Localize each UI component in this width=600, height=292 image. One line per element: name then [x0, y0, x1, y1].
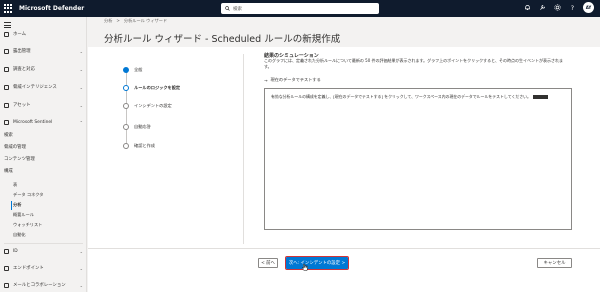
sidebar-subitem-watchlist[interactable]: ウォッチリスト: [13, 222, 42, 228]
sidebar-divider: [4, 243, 83, 244]
app-launcher-icon[interactable]: [4, 3, 14, 14]
sidebar-item-assets[interactable]: アセット ⌄: [0, 99, 87, 111]
step-done-icon: [123, 67, 129, 73]
top-bar: Microsoft Defender 検索 ? AY: [0, 0, 600, 17]
home-icon: [4, 31, 9, 37]
chevron-down-icon: ⌄: [79, 102, 83, 108]
step-general[interactable]: 全般: [123, 67, 142, 73]
step-rule-logic[interactable]: ルールのロジックを設定: [123, 85, 180, 91]
sidebar-item-exposure[interactable]: 露出管理 ⌄: [0, 45, 87, 57]
sidebar-subitem-tables[interactable]: 表: [13, 182, 17, 188]
breadcrumb-separator-icon: >: [116, 18, 120, 23]
sidebar-item-threat-management[interactable]: 脅威の管理: [4, 144, 26, 150]
sidebar-item-endpoints[interactable]: エンドポイント ⌄: [0, 262, 87, 274]
back-button[interactable]: < 前へ: [258, 258, 278, 268]
breadcrumb: 分析 > 分析ルール ウィザード: [104, 18, 167, 24]
bell-icon[interactable]: [523, 4, 531, 12]
sidebar-item-home[interactable]: ホーム: [0, 28, 87, 40]
chevron-down-icon: ⌄: [79, 84, 83, 90]
investigation-icon: [4, 66, 9, 72]
chevron-up-icon: ⌃: [79, 119, 83, 125]
sentinel-icon: [4, 119, 9, 125]
endpoint-icon: [4, 265, 9, 271]
chevron-down-icon: ⌄: [79, 282, 83, 288]
sidebar-item-sentinel[interactable]: Microsoft Sentinel ⌃: [0, 116, 87, 128]
simulation-placeholder-text: 有効な分析ルールの構成を定義し、[現在のデータでテストする] をクリックして、ワ…: [271, 94, 548, 100]
step-pending-icon: [123, 143, 129, 149]
search-placeholder: 検索: [233, 6, 242, 12]
avatar[interactable]: AY: [583, 2, 594, 13]
header-actions: ? AY: [523, 2, 594, 13]
app-title[interactable]: Microsoft Defender: [19, 5, 84, 12]
sidebar-subitem-summary-rules[interactable]: 概要ルール: [13, 212, 34, 218]
sidebar-item-threat-intel[interactable]: 脅威インテリジェンス ⌄: [0, 81, 87, 93]
sidebar-item-search[interactable]: 検索: [4, 132, 13, 138]
simulation-description: このグラフには、定義された分析ルールについて最新の 50 件の評価結果が表示され…: [264, 58, 563, 69]
arrow-right-icon: →: [264, 77, 268, 83]
search-input[interactable]: 検索: [221, 3, 379, 14]
step-incident-settings[interactable]: インシデントの設定: [123, 103, 172, 109]
sidebar-item-content-management[interactable]: コンテンツ管理: [4, 156, 35, 162]
step-pending-icon: [123, 103, 129, 109]
active-indicator: [11, 201, 12, 210]
chevron-down-icon: ⌄: [79, 66, 83, 72]
page-title: 分析ルール ウィザード - Scheduled ルールの新規作成: [104, 34, 341, 45]
identity-icon: [4, 248, 9, 254]
breadcrumb-analytics[interactable]: 分析: [104, 18, 112, 24]
next-incident-settings-button[interactable]: 次へ: インシデントの設定 >: [285, 256, 349, 270]
help-icon[interactable]: ?: [568, 4, 576, 12]
assets-icon: [4, 102, 9, 108]
sidebar-item-investigation[interactable]: 調査と対応 ⌄: [0, 63, 87, 75]
step-current-icon: [123, 85, 129, 91]
sidebar-item-email-collab[interactable]: メールとコラボレーション ⌄: [0, 279, 87, 291]
threat-intel-icon: [4, 84, 9, 90]
svg-text:?: ?: [570, 5, 573, 11]
simulation-results-box: 有効な分析ルールの構成を定義し、[現在のデータでテストする] をクリックして、ワ…: [264, 88, 572, 230]
sidebar-subitem-automation[interactable]: 自動化: [13, 232, 26, 238]
sidebar-item-identity[interactable]: ID ⌄: [0, 245, 87, 257]
sidebar-subitem-data-connectors[interactable]: データ コネクタ: [13, 192, 43, 198]
exposure-icon: [4, 48, 9, 54]
breadcrumb-wizard: 分析ルール ウィザード: [123, 18, 168, 23]
sidebar-subitem-analytics[interactable]: 分析: [13, 202, 21, 208]
search-icon: [225, 6, 230, 11]
test-with-current-data-link[interactable]: → 現在のデータでテストする: [264, 77, 321, 83]
cancel-button[interactable]: キャンセル: [537, 258, 572, 268]
sidebar-item-configuration[interactable]: 構成: [4, 168, 13, 174]
step-pending-icon: [123, 124, 129, 130]
step-automated-response[interactable]: 自動応答: [123, 124, 151, 130]
mail-icon: [4, 282, 9, 288]
mouse-cursor-icon: [301, 263, 308, 271]
chevron-down-icon: ⌄: [79, 248, 83, 254]
chevron-down-icon: ⌄: [79, 48, 83, 54]
gear-icon[interactable]: [553, 4, 561, 12]
panel-divider: [243, 54, 244, 244]
footer-divider: [88, 248, 600, 249]
wrench-icon[interactable]: [538, 4, 546, 12]
step-review-create[interactable]: 確認と作成: [123, 143, 155, 149]
chevron-down-icon: ⌄: [79, 265, 83, 271]
text-selection-highlight: [532, 95, 548, 99]
